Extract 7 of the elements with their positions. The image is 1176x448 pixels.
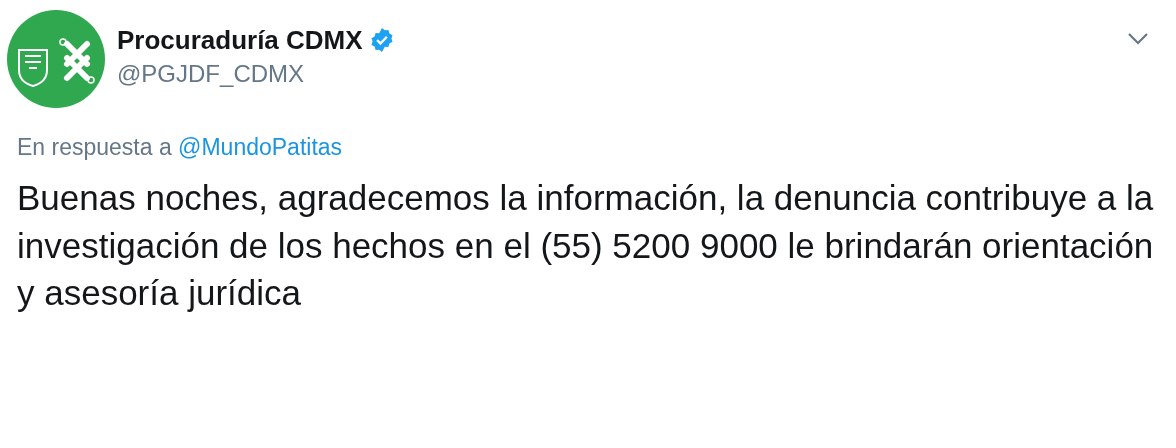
tweet-text: Buenas noches, agradecemos la información, la denuncia contribuye a la investigación de los hechos en el (55) 5200 9000 le brindarán orientación y asesoría jurídica xyxy=(17,177,1155,314)
author-name[interactable]: Procuraduría CDMX xyxy=(117,24,363,56)
mention-link[interactable]: @MundoPatitas xyxy=(178,134,343,160)
author-handle[interactable]: @PGJDF_CDMX xyxy=(117,58,395,90)
chevron-down-icon[interactable] xyxy=(1127,32,1149,46)
avatar-logo-icon xyxy=(7,10,105,108)
reply-context: En respuesta a @MundoPatitas xyxy=(17,133,344,162)
